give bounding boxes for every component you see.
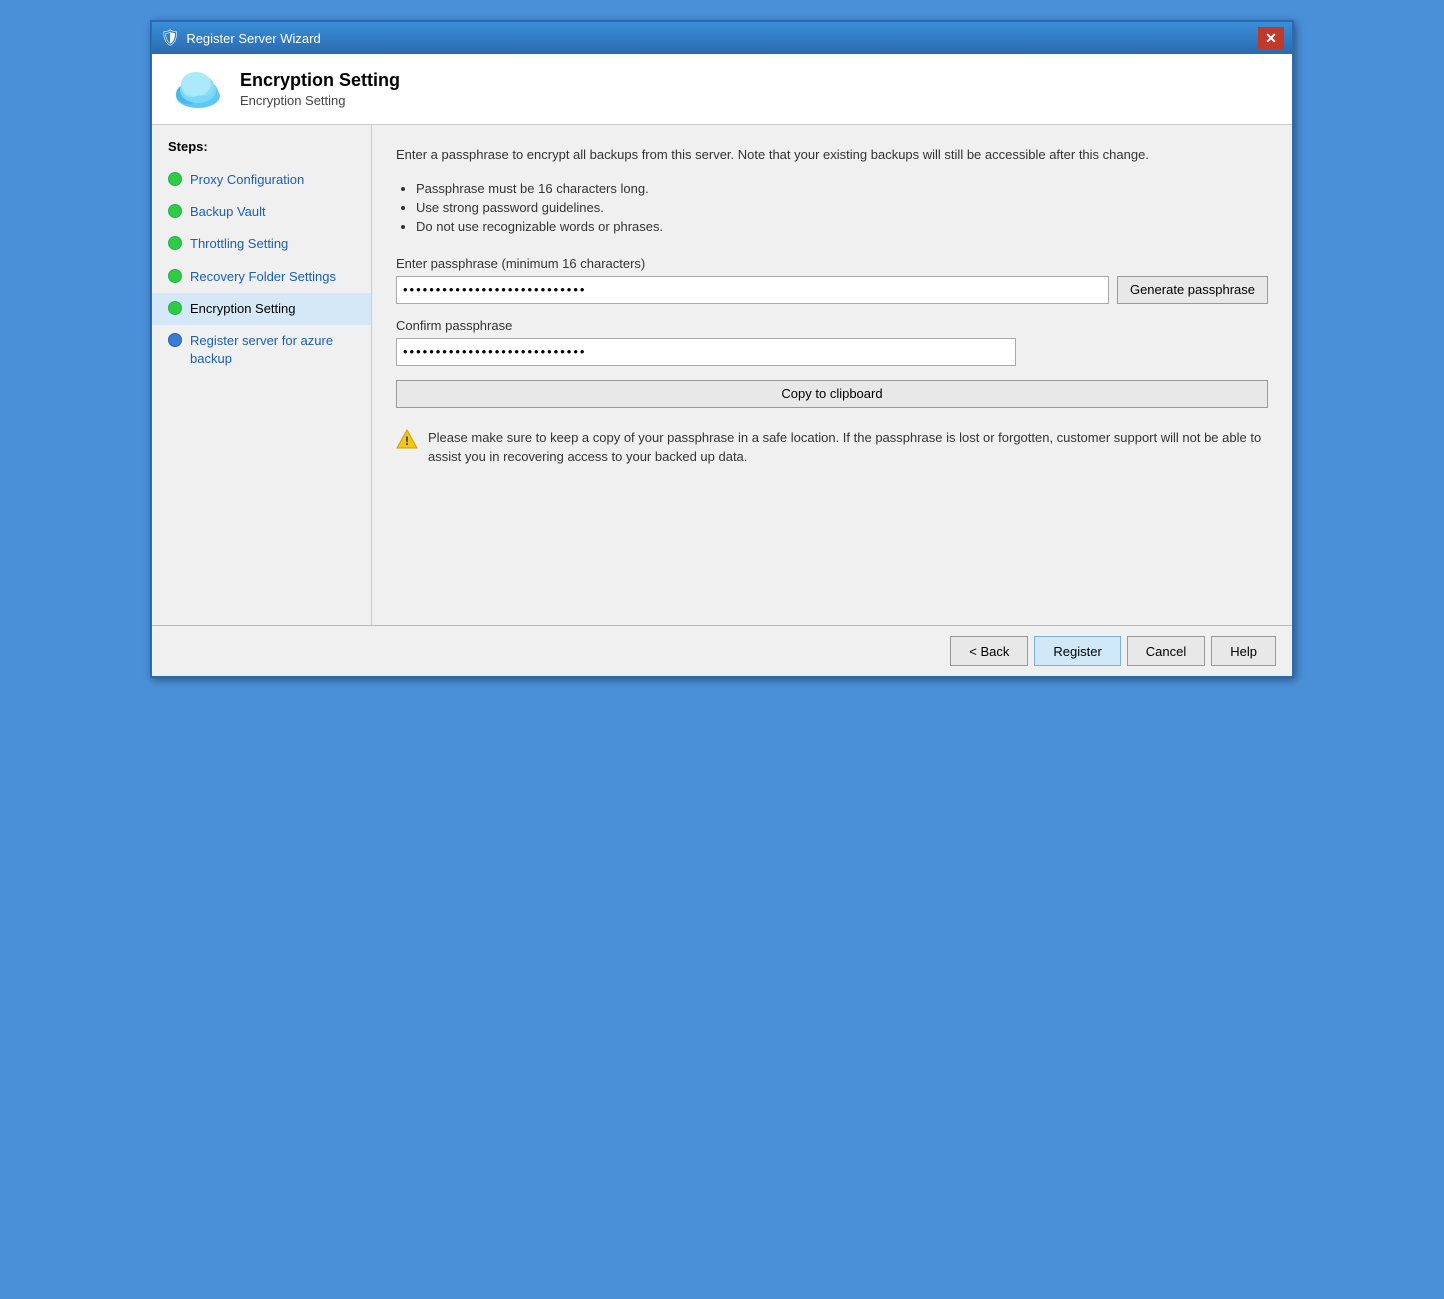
dot-register <box>168 333 182 347</box>
sidebar-label-encryption: Encryption Setting <box>190 300 296 318</box>
svg-text:!: ! <box>405 434 409 448</box>
content-area: Enter a passphrase to encrypt all backup… <box>372 125 1292 625</box>
sidebar-label-recovery: Recovery Folder Settings <box>190 268 336 286</box>
copy-to-clipboard-button[interactable]: Copy to clipboard <box>396 380 1268 408</box>
sidebar-item-proxy[interactable]: Proxy Configuration <box>152 164 371 196</box>
bullet-2: Use strong password guidelines. <box>416 200 1268 215</box>
window-title: Register Server Wizard <box>186 31 320 46</box>
bullet-1: Passphrase must be 16 characters long. <box>416 181 1268 196</box>
warning-text: Please make sure to keep a copy of your … <box>428 428 1268 467</box>
sidebar-item-recovery[interactable]: Recovery Folder Settings <box>152 261 371 293</box>
steps-label: Steps: <box>152 139 371 164</box>
app-icon: 🛡 <box>160 28 180 48</box>
sidebar-item-throttling[interactable]: Throttling Setting <box>152 228 371 260</box>
bullet-list: Passphrase must be 16 characters long. U… <box>416 181 1268 238</box>
description-text: Enter a passphrase to encrypt all backup… <box>396 145 1268 165</box>
sidebar-label-register: Register server for azure backup <box>190 332 355 368</box>
wizard-window: 🛡 Register Server Wizard ✕ Encryption Se… <box>150 20 1294 678</box>
header-text: Encryption Setting Encryption Setting <box>240 70 400 108</box>
sidebar: Steps: Proxy Configuration Backup Vault … <box>152 125 372 625</box>
sidebar-item-register[interactable]: Register server for azure backup <box>152 325 371 375</box>
warning-box: ! Please make sure to keep a copy of you… <box>396 428 1268 467</box>
dot-proxy <box>168 172 182 186</box>
footer: < Back Register Cancel Help <box>152 625 1292 676</box>
sidebar-label-throttling: Throttling Setting <box>190 235 288 253</box>
cancel-button[interactable]: Cancel <box>1127 636 1205 666</box>
dot-encryption <box>168 301 182 315</box>
sidebar-item-vault[interactable]: Backup Vault <box>152 196 371 228</box>
confirm-label: Confirm passphrase <box>396 318 1268 333</box>
dot-recovery <box>168 269 182 283</box>
dot-vault <box>168 204 182 218</box>
header-section: Encryption Setting Encryption Setting <box>152 54 1292 125</box>
main-content: Steps: Proxy Configuration Backup Vault … <box>152 125 1292 625</box>
passphrase-row: Generate passphrase <box>396 276 1268 304</box>
register-button[interactable]: Register <box>1034 636 1120 666</box>
bullet-3: Do not use recognizable words or phrases… <box>416 219 1268 234</box>
title-bar-left: 🛡 Register Server Wizard <box>160 28 321 48</box>
sidebar-label-vault: Backup Vault <box>190 203 266 221</box>
confirm-passphrase-input[interactable] <box>396 338 1016 366</box>
passphrase-label: Enter passphrase (minimum 16 characters) <box>396 256 1268 271</box>
generate-passphrase-button[interactable]: Generate passphrase <box>1117 276 1268 304</box>
cloud-icon <box>172 68 224 110</box>
sidebar-label-proxy: Proxy Configuration <box>190 171 304 189</box>
dot-throttling <box>168 236 182 250</box>
header-subtitle: Encryption Setting <box>240 93 400 108</box>
warning-icon: ! <box>396 428 418 450</box>
title-bar: 🛡 Register Server Wizard ✕ <box>152 22 1292 54</box>
sidebar-item-encryption[interactable]: Encryption Setting <box>152 293 371 325</box>
passphrase-input[interactable] <box>396 276 1109 304</box>
back-button[interactable]: < Back <box>950 636 1028 666</box>
help-button[interactable]: Help <box>1211 636 1276 666</box>
header-title: Encryption Setting <box>240 70 400 91</box>
close-button[interactable]: ✕ <box>1258 27 1284 49</box>
